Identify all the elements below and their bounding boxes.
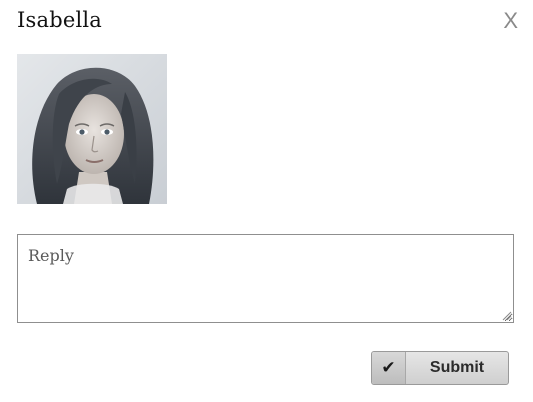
submit-label: Submit xyxy=(429,359,485,376)
check-icon: ✔ xyxy=(372,352,406,384)
avatar xyxy=(17,54,167,204)
reply-input[interactable] xyxy=(17,234,514,323)
dialog-title: Isabella xyxy=(17,8,103,32)
portrait-photo-icon xyxy=(17,54,167,204)
message-dialog: Isabella X Reply ✔ Submit xyxy=(0,0,533,402)
close-button[interactable]: X xyxy=(503,9,518,33)
submit-button[interactable]: ✔ Submit xyxy=(371,351,509,385)
